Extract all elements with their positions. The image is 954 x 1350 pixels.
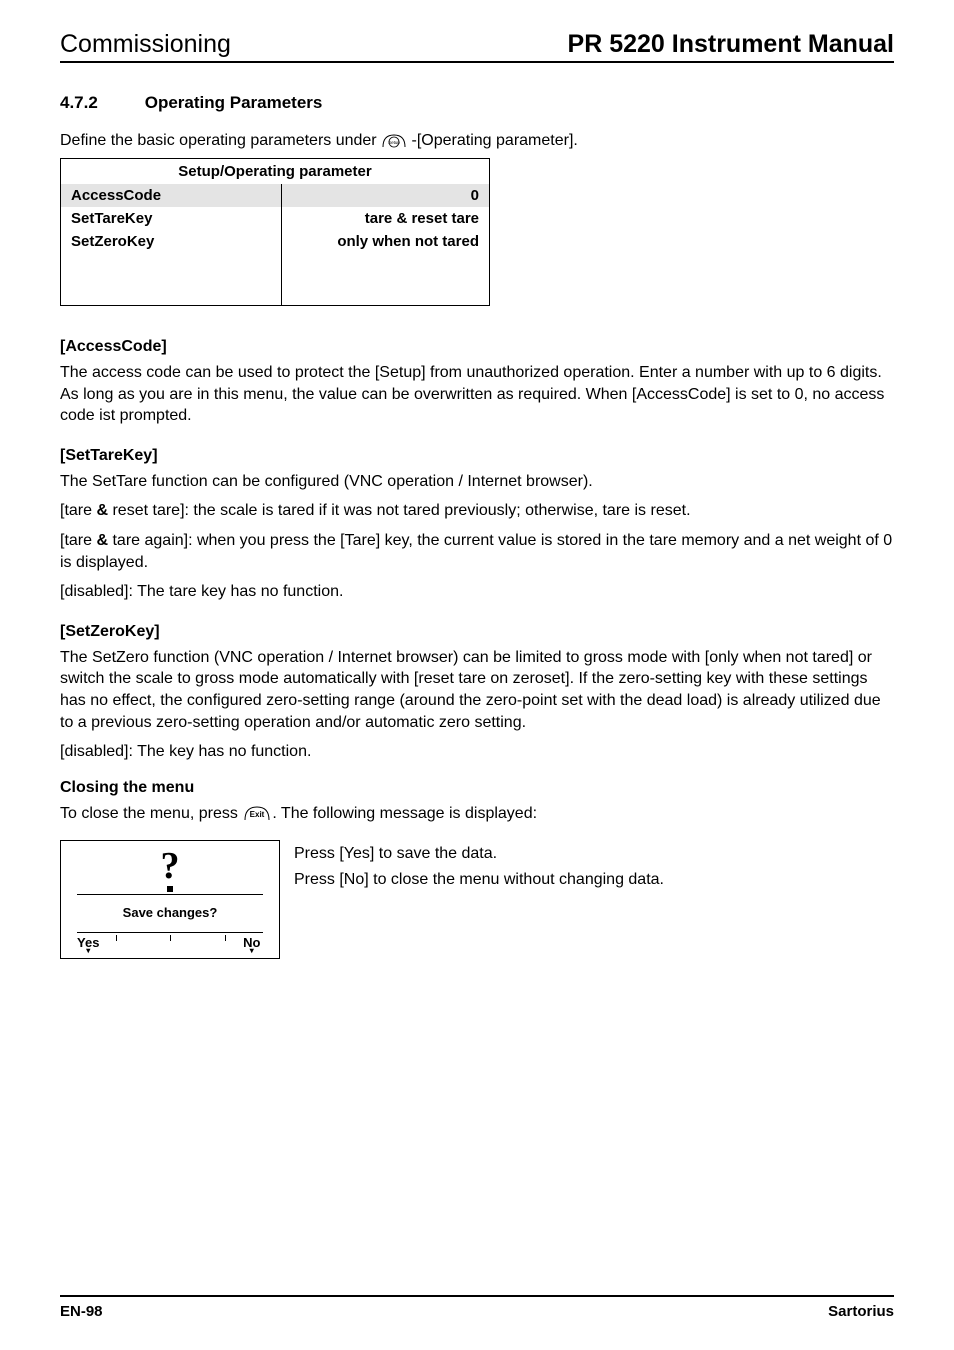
intro-after: -[Operating parameter]. bbox=[412, 132, 578, 149]
question-mark-icon: ? bbox=[161, 847, 180, 892]
settarekey-p2: [tare & reset tare]: the scale is tared … bbox=[60, 500, 894, 522]
param-label: SetTareKey bbox=[61, 207, 282, 230]
setzerokey-p2: [disabled]: The key has no function. bbox=[60, 741, 894, 763]
header-right: PR 5220 Instrument Manual bbox=[568, 30, 894, 59]
svg-text:Exit: Exit bbox=[250, 810, 265, 819]
dialog-buttons: Yes ▾ No ▾ bbox=[61, 933, 279, 958]
closing-row: ? Save changes? Yes ▾ No ▾ Press [Yes] t… bbox=[60, 840, 894, 959]
param-value: 0 bbox=[282, 184, 490, 207]
settarekey-p3: [tare & tare again]: when you press the … bbox=[60, 530, 894, 573]
setzerokey-heading: [SetZeroKey] bbox=[60, 623, 894, 641]
table-spacer bbox=[61, 253, 490, 306]
section-number: 4.7.2 bbox=[60, 93, 140, 113]
setup-key-icon: Setup bbox=[381, 132, 411, 149]
param-table-title: Setup/Operating parameter bbox=[61, 159, 490, 185]
closing-yes-text: Press [Yes] to save the data. bbox=[294, 842, 664, 865]
dialog-spacer bbox=[116, 935, 171, 954]
settarekey-p4: [disabled]: The tare key has no function… bbox=[60, 581, 894, 603]
closing-no-text: Press [No] to close the menu without cha… bbox=[294, 868, 664, 891]
dialog-yes-button[interactable]: Yes ▾ bbox=[61, 935, 116, 954]
chevron-down-icon: ▾ bbox=[61, 949, 116, 954]
param-value: tare & reset tare bbox=[282, 207, 490, 230]
exit-key-icon: Exit bbox=[242, 804, 272, 829]
settarekey-p1: The SetTare function can be configured (… bbox=[60, 471, 894, 493]
section-title: Operating Parameters bbox=[145, 93, 323, 112]
dialog-spacer bbox=[170, 935, 225, 954]
setzerokey-p1: The SetZero function (VNC operation / In… bbox=[60, 647, 894, 733]
intro-before: Define the basic operating parameters un… bbox=[60, 132, 381, 149]
save-changes-dialog: ? Save changes? Yes ▾ No ▾ bbox=[60, 840, 280, 959]
param-label: SetZeroKey bbox=[61, 230, 282, 253]
closing-instructions: Press [Yes] to save the data. Press [No]… bbox=[294, 840, 664, 892]
table-row: SetZeroKey only when not tared bbox=[61, 230, 490, 253]
dialog-no-button[interactable]: No ▾ bbox=[225, 935, 280, 954]
param-value: only when not tared bbox=[282, 230, 490, 253]
settarekey-heading: [SetTareKey] bbox=[60, 447, 894, 465]
dialog-message: Save changes? bbox=[77, 894, 263, 933]
chevron-down-icon: ▾ bbox=[225, 949, 280, 954]
svg-text:Setup: Setup bbox=[388, 140, 400, 145]
page-footer: EN-98 Sartorius bbox=[60, 1295, 894, 1320]
intro-line: Define the basic operating parameters un… bbox=[60, 131, 894, 150]
page-header: Commissioning PR 5220 Instrument Manual bbox=[60, 30, 894, 63]
dialog-icon-area: ? bbox=[61, 841, 279, 894]
section-heading: 4.7.2 Operating Parameters bbox=[60, 93, 894, 113]
header-left: Commissioning bbox=[60, 30, 231, 59]
param-label: AccessCode bbox=[61, 184, 282, 207]
accesscode-text: The access code can be used to protect t… bbox=[60, 362, 894, 427]
footer-left: EN-98 bbox=[60, 1303, 103, 1320]
closing-line: To close the menu, press Exit . The foll… bbox=[60, 803, 894, 829]
table-row: SetTareKey tare & reset tare bbox=[61, 207, 490, 230]
closing-heading: Closing the menu bbox=[60, 779, 894, 797]
table-row: AccessCode 0 bbox=[61, 184, 490, 207]
accesscode-heading: [AccessCode] bbox=[60, 338, 894, 356]
footer-right: Sartorius bbox=[828, 1303, 894, 1320]
param-table: Setup/Operating parameter AccessCode 0 S… bbox=[60, 158, 490, 306]
